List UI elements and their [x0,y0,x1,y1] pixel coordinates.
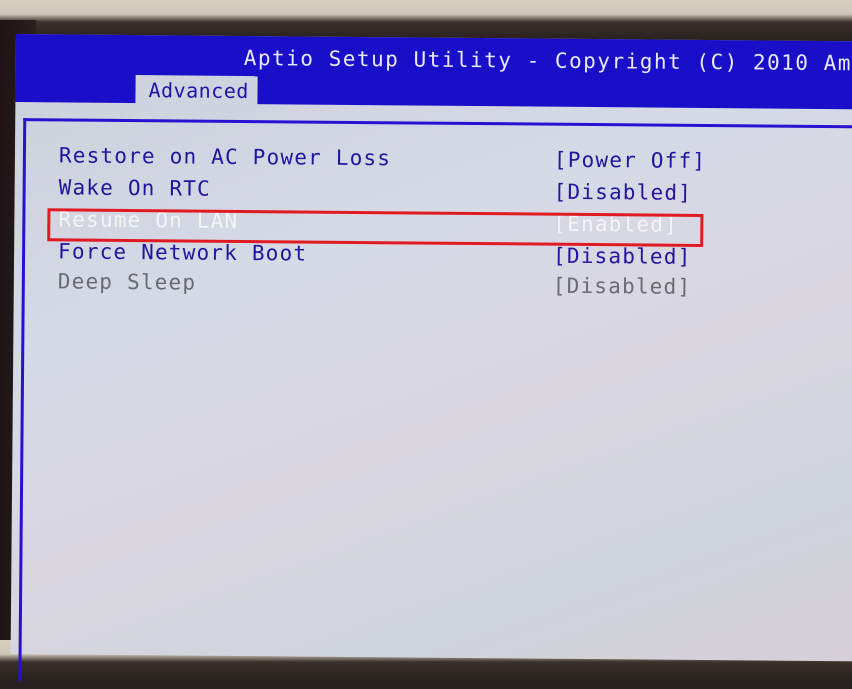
setting-deep-sleep: Deep Sleep [Disabled] [25,269,852,306]
setting-label: Force Network Boot [57,239,308,266]
setting-label: Deep Sleep [57,269,197,295]
bios-screen: Aptio Setup Utility - Copyright (C) 2010… [10,34,852,689]
red-highlight-box [47,208,704,248]
setting-value[interactable]: [Disabled] [554,180,693,205]
setting-value[interactable]: [Disabled] [553,244,692,269]
setting-wake-on-rtc[interactable]: Wake On RTC [Disabled] [26,175,852,212]
setting-value: [Disabled] [552,273,692,299]
setting-restore-on-ac-power-loss[interactable]: Restore on AC Power Loss [Power Off] [26,143,852,180]
title-text: Aptio Setup Utility - Copyright (C) 2010… [243,45,852,76]
setting-label: Wake On RTC [58,175,212,201]
tab-advanced[interactable]: Advanced [135,75,258,111]
setting-value[interactable]: [Power Off] [554,148,706,173]
settings-panel: Restore on AC Power Loss [Power Off] Wak… [18,118,852,689]
setting-label: Restore on AC Power Loss [58,143,392,171]
tab-advanced-label: Advanced [148,78,249,104]
